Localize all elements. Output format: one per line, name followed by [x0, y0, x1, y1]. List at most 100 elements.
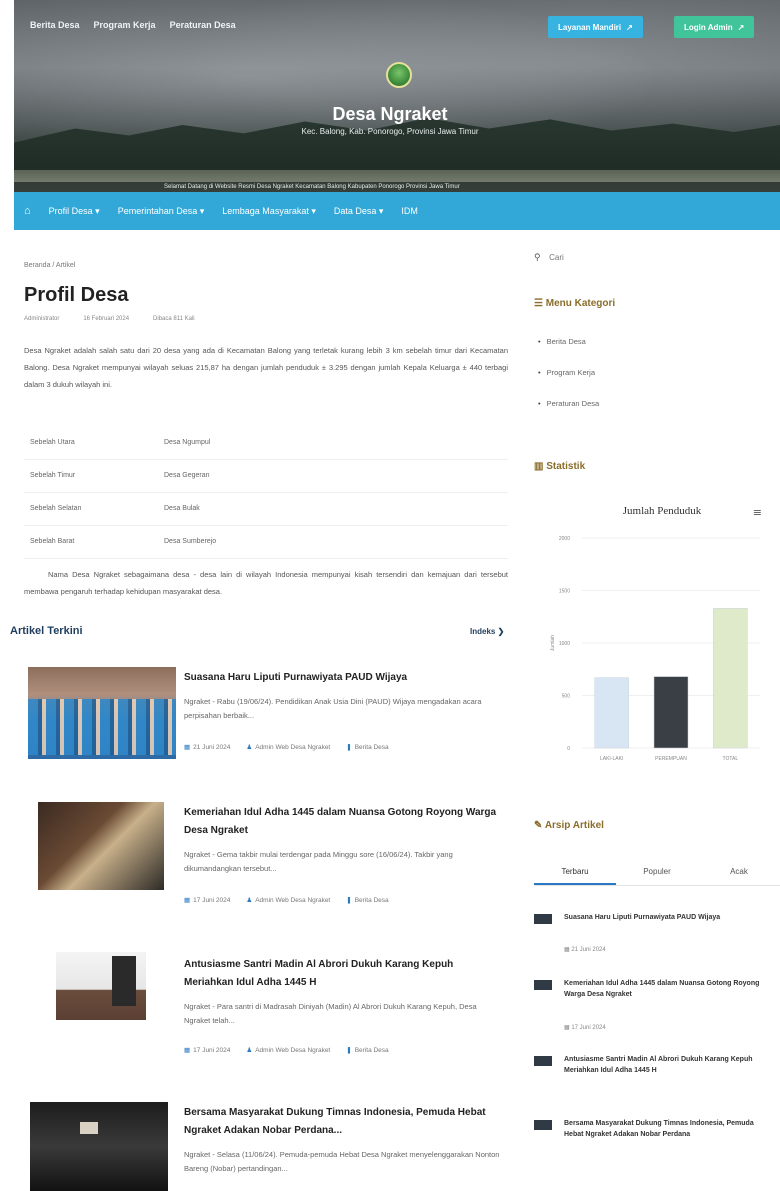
top-link-program[interactable]: Program Kerja — [94, 20, 156, 30]
y-tick-label: 1500 — [559, 589, 570, 595]
archive-thumbnail[interactable] — [534, 914, 552, 924]
search-box[interactable]: ⚲ — [534, 252, 764, 268]
chart-bar — [713, 608, 748, 749]
search-input[interactable] — [549, 253, 730, 262]
archive-title[interactable]: Antusiasme Santri Madin Al Abrori Dukuh … — [564, 1054, 774, 1076]
chart-menu-icon: ≡ — [753, 506, 762, 519]
article-meta: ▦ 17 Juni 2024 ♟ Admin Web Desa Ngraket ❚ B… — [184, 896, 389, 904]
article-author[interactable]: ♟ Admin Web Desa Ngraket — [246, 896, 330, 904]
article-thumbnail[interactable] — [28, 667, 176, 759]
category-item-berita[interactable]: Berita Desa — [538, 337, 599, 368]
article-title[interactable]: Kemeriahan Idul Adha 1445 dalam Nuansa G… — [184, 804, 502, 840]
category-item-peraturan[interactable]: Peraturan Desa — [538, 399, 600, 430]
article-title[interactable]: Antusiasme Santri Madin Al Abrori Dukuh … — [184, 956, 502, 992]
border-side: Sebelah Barat — [24, 525, 164, 559]
article-category[interactable]: ❚ Berita Desa — [346, 896, 388, 904]
tab-terbaru[interactable]: Terbaru — [534, 858, 616, 885]
article-card[interactable]: Suasana Haru Liputi Purnawiyata PAUD Wij… — [0, 667, 520, 777]
article-author[interactable]: ♟ Admin Web Desa Ngraket — [246, 1046, 330, 1054]
chart-icon: ▥ — [534, 461, 544, 472]
archive-title[interactable]: Kemeriahan Idul Adha 1445 dalam Nuansa G… — [564, 978, 774, 1000]
news-ticker[interactable]: Selamat Datang di Website Resmi Desa Ngr… — [14, 182, 780, 192]
nav-idm[interactable]: IDM — [401, 206, 418, 216]
intro-paragraph: Desa Ngraket adalah salah satu dari 20 d… — [24, 346, 508, 389]
list-icon: ☰ — [534, 298, 543, 309]
archive-date: ▦ 17 Juni 2024 — [564, 1025, 606, 1031]
top-link-berita[interactable]: Berita Desa — [30, 20, 80, 30]
archive-item[interactable]: Antusiasme Santri Madin Al Abrori Dukuh … — [534, 1054, 774, 1094]
tab-populer[interactable]: Populer — [616, 858, 698, 885]
article-excerpt: Ngraket - Selasa (11/06/24). Pemuda-pemu… — [184, 1150, 500, 1173]
y-tick-label: 0 — [567, 746, 570, 752]
search-icon[interactable]: ⚲ — [534, 252, 541, 262]
user-icon: ♟ — [246, 897, 253, 904]
table-row: Sebelah Barat Desa Sumberejo — [24, 525, 508, 559]
login-admin-button[interactable]: Login Admin ↗ — [674, 16, 755, 38]
archive-title[interactable]: Bersama Masyarakat Dukung Timnas Indones… — [564, 1118, 774, 1140]
border-village: Desa Ngumpul — [164, 426, 508, 460]
layanan-mandiri-button[interactable]: Layanan Mandiri ↗ — [548, 16, 643, 38]
user-icon: ♟ — [246, 1047, 253, 1054]
y-tick-label: 500 — [562, 694, 571, 700]
chart-title: Jumlah Penduduk — [623, 505, 702, 517]
article-meta: ▦ 21 Juni 2024 ♟ Admin Web Desa Ngraket ❚ B… — [184, 743, 389, 751]
index-link[interactable]: Indeks ❯ — [470, 627, 504, 636]
population-chart-svg: Jumlah Penduduk ≡ 0 500 1000 1500 2000 Jumlah LA… — [550, 505, 762, 762]
nav-pemerintahan-desa[interactable]: Pemerintahan Desa ▾ — [118, 206, 205, 217]
archive-heading: ✎ Arsip Artikel — [534, 820, 604, 831]
archive-thumbnail[interactable] — [534, 980, 552, 990]
table-row: Sebelah Selatan Desa Bulak — [24, 492, 508, 526]
breadcrumb[interactable]: Beranda / Artikel — [24, 262, 75, 269]
archive-title[interactable]: Suasana Haru Liputi Purnawiyata PAUD Wij… — [564, 912, 774, 923]
tab-acak[interactable]: Acak — [698, 858, 780, 885]
bookmark-icon: ❚ — [346, 1047, 352, 1054]
menu-category-heading: ☰ Menu Kategori — [534, 298, 616, 309]
border-village: Desa Bulak — [164, 492, 508, 526]
category-item-program[interactable]: Program Kerja — [538, 368, 599, 399]
article-author[interactable]: ♟ Admin Web Desa Ngraket — [246, 743, 330, 751]
external-link-icon: ↗ — [737, 22, 745, 32]
archive-thumbnail[interactable] — [534, 1056, 552, 1066]
border-table: Sebelah Utara Desa Ngumpul Sebelah Timur D… — [24, 426, 508, 559]
article-title[interactable]: Suasana Haru Liputi Purnawiyata PAUD Wij… — [184, 669, 502, 687]
article-card[interactable]: Bersama Masyarakat Dukung Timnas Indones… — [0, 1100, 520, 1191]
archive-item[interactable]: Bersama Masyarakat Dukung Timnas Indones… — [534, 1118, 774, 1178]
post-meta: Administrator 16 Februari 2024 Dibaca 81… — [24, 316, 195, 322]
calendar-icon: ▦ — [184, 1047, 191, 1054]
village-logo[interactable] — [386, 62, 412, 88]
top-link-peraturan[interactable]: Peraturan Desa — [170, 20, 236, 30]
calendar-icon: ▦ — [184, 744, 191, 751]
archive-icon: ✎ — [534, 820, 543, 831]
post-author[interactable]: Administrator — [24, 316, 59, 322]
x-tick-label: LAKI-LAKI — [600, 756, 623, 762]
external-link-icon: ↗ — [626, 22, 633, 32]
article-excerpt: Ngraket - Rabu (19/06/24). Pendidikan An… — [184, 697, 482, 720]
archive-date: ▦ 21 Juni 2024 — [564, 947, 606, 953]
article-category[interactable]: ❚ Berita Desa — [346, 1046, 388, 1054]
article-card[interactable]: Kemeriahan Idul Adha 1445 dalam Nuansa G… — [0, 800, 520, 910]
calendar-icon: ▦ — [564, 1025, 570, 1031]
home-icon[interactable]: ⌂ — [24, 205, 31, 217]
archive-item[interactable]: Kemeriahan Idul Adha 1445 dalam Nuansa G… — [534, 978, 774, 1038]
nav-profil-desa[interactable]: Profil Desa ▾ — [49, 206, 100, 217]
article-title[interactable]: Bersama Masyarakat Dukung Timnas Indones… — [184, 1104, 502, 1140]
article-category[interactable]: ❚ Berita Desa — [346, 743, 388, 751]
latest-articles-heading: Artikel Terkini — [10, 625, 83, 637]
article-thumbnail[interactable] — [56, 952, 146, 1020]
top-nav: Berita Desa Program Kerja Peraturan Desa — [30, 20, 236, 30]
archive-thumbnail[interactable] — [534, 1120, 552, 1130]
bookmark-icon: ❚ — [346, 744, 352, 751]
nav-lembaga-masyarakat[interactable]: Lembaga Masyarakat ▾ — [222, 206, 316, 217]
article-thumbnail[interactable] — [30, 1102, 168, 1191]
nav-data-desa[interactable]: Data Desa ▾ — [334, 206, 384, 217]
archive-item[interactable]: Suasana Haru Liputi Purnawiyata PAUD Wij… — [534, 912, 774, 958]
article-thumbnail[interactable] — [38, 802, 164, 890]
site-title[interactable]: Desa Ngraket — [0, 104, 780, 125]
chart-bar — [594, 677, 629, 749]
x-tick-label: TOTAL — [723, 756, 739, 762]
x-tick-label: PEREMPUAN — [655, 756, 687, 762]
layanan-label: Layanan Mandiri — [558, 22, 622, 32]
article-card[interactable]: Antusiasme Santri Madin Al Abrori Dukuh … — [0, 952, 520, 1062]
chart-bar — [653, 676, 689, 749]
history-paragraph: Nama Desa Ngraket sebagaimana desa - des… — [24, 570, 508, 596]
